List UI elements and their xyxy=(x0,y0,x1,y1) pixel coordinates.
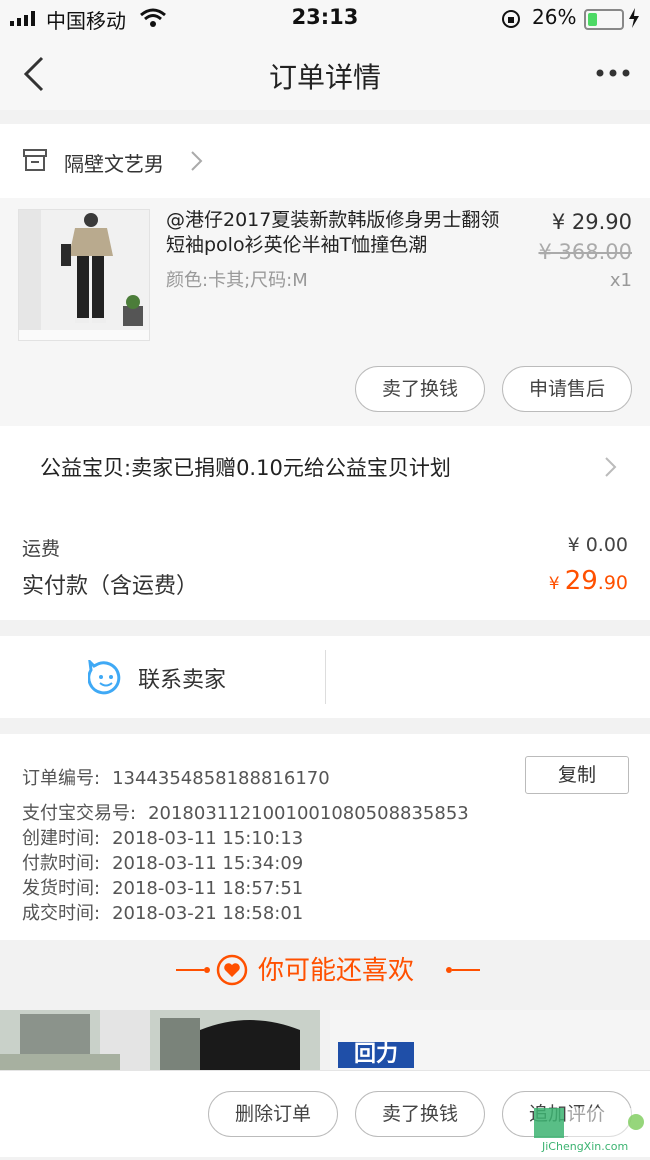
brand-text: 回力 xyxy=(353,1042,398,1067)
product-quantity: x1 xyxy=(609,270,632,291)
alipay-number-row: 支付宝交易号: 2018031121001001080508835853 xyxy=(22,799,469,825)
shipped-time-row: 发货时间: 2018-03-11 18:57:51 xyxy=(22,874,303,900)
order-number-row: 订单编号: 1344354858188816170 xyxy=(22,764,330,790)
rotation-lock-icon xyxy=(502,10,520,28)
battery-icon xyxy=(584,9,624,30)
recommend-header: 你可能还喜欢 xyxy=(0,940,650,1010)
chat-bubble-icon[interactable] xyxy=(88,660,124,696)
info-label: 付款时间: xyxy=(22,853,101,874)
resell-button[interactable]: 卖了换钱 xyxy=(355,366,485,412)
charging-icon xyxy=(629,8,639,28)
delete-order-button[interactable]: 删除订单 xyxy=(208,1091,338,1137)
fee-section: 运费 ¥ 0.00 实付款（含运费） ¥ 29.90 xyxy=(0,506,650,620)
order-info: 订单编号: 1344354858188816170 复制 支付宝交易号: 20180… xyxy=(0,734,650,940)
product-spec: 颜色:卡其;尺码:M xyxy=(166,270,308,291)
shipping-label: 运费 xyxy=(22,538,61,560)
charity-text: 公益宝贝:卖家已捐赠0.10元给公益宝贝计划 xyxy=(40,456,451,480)
info-label: 订单编号: xyxy=(22,768,101,789)
contact-seller-button[interactable]: 联系卖家 xyxy=(138,662,226,694)
recommend-title: 你可能还喜欢 xyxy=(258,956,415,986)
page-title: 订单详情 xyxy=(268,61,381,94)
product-original-price: ¥ 368.00 xyxy=(538,240,632,264)
info-value: 1344354858188816170 xyxy=(112,768,330,789)
copy-button[interactable]: 复制 xyxy=(525,756,629,794)
paid-currency: ¥ xyxy=(548,574,560,594)
nav-bar: 订单详情 xyxy=(0,36,650,110)
info-label: 创建时间: xyxy=(22,828,101,849)
battery-percent: 26% xyxy=(532,5,577,29)
chevron-right-icon xyxy=(605,457,617,477)
divider xyxy=(325,650,326,704)
paid-time-row: 付款时间: 2018-03-11 15:34:09 xyxy=(22,849,303,875)
divider-left-icon xyxy=(176,967,210,973)
brand-logo: 回力 xyxy=(338,1042,414,1068)
paid-amount: ¥ 29.90 xyxy=(480,566,628,596)
shipping-value: ¥ 0.00 xyxy=(567,534,628,556)
more-icon[interactable] xyxy=(596,68,630,78)
info-label: 支付宝交易号: xyxy=(22,803,137,824)
status-bar: 中国移动 23:13 26% xyxy=(0,0,650,36)
store-name: 隔壁文艺男 xyxy=(64,152,164,176)
product-price: ¥ 29.90 xyxy=(551,210,632,234)
chevron-right-icon xyxy=(191,151,203,171)
info-value: 2018-03-11 15:10:13 xyxy=(112,828,304,849)
product-card[interactable]: @港仔2017夏装新款韩版修身男士翻领短袖polo衫英伦半袖T恤撞色潮 颜色:卡… xyxy=(0,198,650,426)
product-image[interactable] xyxy=(18,209,150,341)
divider-right-icon xyxy=(446,967,480,973)
after-sales-button[interactable]: 申请售后 xyxy=(502,366,632,412)
created-time-row: 创建时间: 2018-03-11 15:10:13 xyxy=(22,824,303,850)
info-label: 成交时间: xyxy=(22,903,101,924)
paid-label: 实付款（含运费） xyxy=(22,574,199,599)
info-value: 2018-03-11 15:34:09 xyxy=(112,853,304,874)
store-row[interactable]: 隔壁文艺男 xyxy=(0,124,650,198)
product-photo xyxy=(19,210,149,340)
info-value: 2018-03-21 18:58:01 xyxy=(112,903,304,924)
recommended-item-image[interactable]: 回力 xyxy=(330,1010,650,1070)
paid-decimal: .90 xyxy=(597,572,628,594)
info-value: 2018031121001001080508835853 xyxy=(148,803,469,824)
completed-time-row: 成交时间: 2018-03-21 18:58:01 xyxy=(22,899,303,925)
recommended-item-photo xyxy=(0,1010,320,1070)
paid-integer: 29 xyxy=(564,566,598,596)
contact-section: 联系卖家 xyxy=(0,636,650,718)
heart-icon xyxy=(216,954,248,986)
resell-button[interactable]: 卖了换钱 xyxy=(355,1091,485,1137)
watermark-logo: JiChengXin.com xyxy=(532,1104,650,1156)
info-label: 发货时间: xyxy=(22,878,101,899)
store-icon xyxy=(23,149,47,171)
recommended-item-image[interactable] xyxy=(0,1010,320,1070)
watermark-text: JiChengXin.com xyxy=(542,1140,629,1153)
charity-row[interactable]: 公益宝贝:卖家已捐赠0.10元给公益宝贝计划 xyxy=(0,426,650,506)
info-value: 2018-03-11 18:57:51 xyxy=(112,878,304,899)
product-title[interactable]: @港仔2017夏装新款韩版修身男士翻领短袖polo衫英伦半袖T恤撞色潮 xyxy=(166,208,516,258)
